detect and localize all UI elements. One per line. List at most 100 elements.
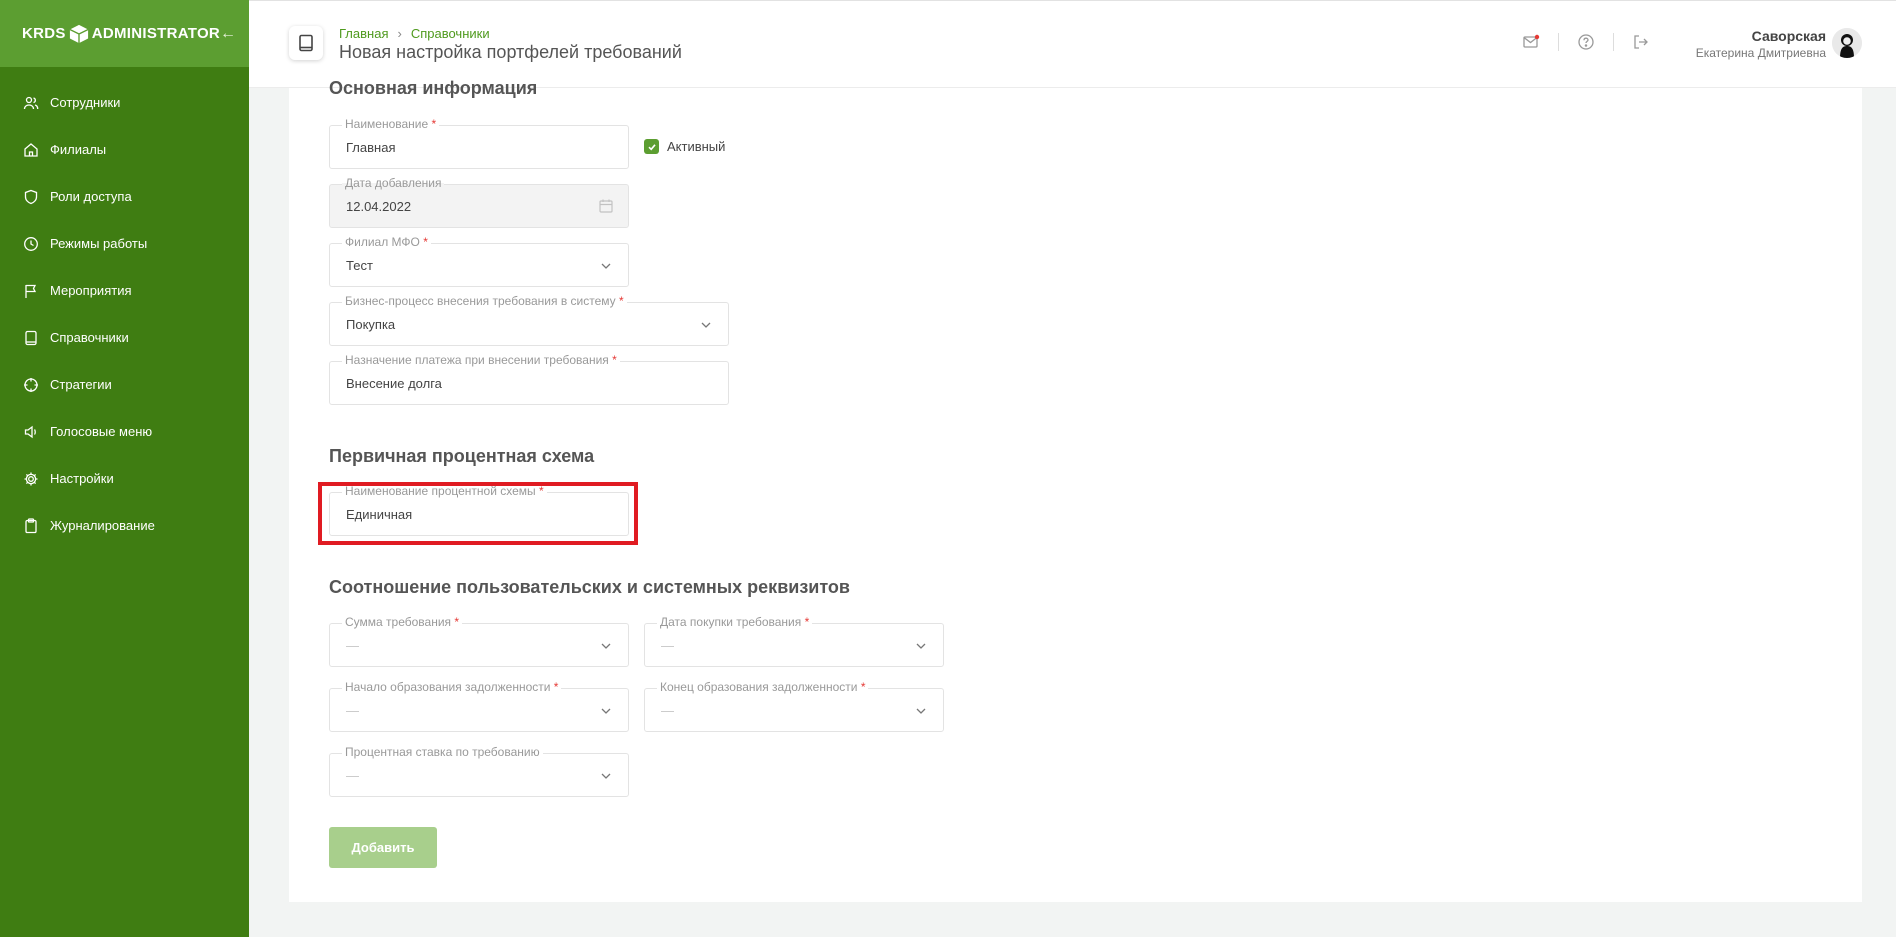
- debt-start-select[interactable]: Начало образования задолженности * —: [329, 680, 629, 732]
- field-label: Бизнес-процесс внесения требования в сис…: [342, 294, 627, 308]
- chevron-down-icon: [916, 708, 926, 714]
- field-label: Филиал МФО *: [342, 235, 431, 249]
- interest-rate-select[interactable]: Процентная ставка по требованию —: [329, 745, 629, 797]
- logout-icon[interactable]: [1632, 33, 1650, 51]
- sidebar-item-label: Настройки: [50, 471, 114, 486]
- help-icon[interactable]: [1577, 33, 1595, 51]
- clock-icon: [24, 236, 38, 251]
- sidebar-item-label: Справочники: [50, 330, 129, 345]
- debt-end-select[interactable]: Конец образования задолженности * —: [644, 680, 944, 732]
- sidebar-item-branches[interactable]: Филиалы: [0, 126, 249, 173]
- chevron-down-icon: [601, 643, 611, 649]
- header-divider: [1613, 33, 1614, 51]
- checkmark-icon: [644, 139, 659, 154]
- field-value: Главная: [346, 140, 396, 155]
- field-label: Конец образования задолженности *: [657, 680, 869, 694]
- sidebar-item-logging[interactable]: Журналирование: [0, 502, 249, 549]
- section-title-interest: Первичная процентная схема: [329, 446, 595, 466]
- gear-icon: [24, 472, 38, 485]
- sidebar-item-label: Режимы работы: [50, 236, 148, 251]
- field-label: Дата добавления: [342, 176, 445, 190]
- add-button[interactable]: Добавить: [329, 827, 437, 868]
- mail-icon[interactable]: [1522, 33, 1540, 51]
- payment-purpose-field[interactable]: Назначение платежа при внесении требован…: [329, 353, 729, 405]
- sidebar-item-label: Филиалы: [50, 142, 107, 157]
- purchase-date-select[interactable]: Дата покупки требования * —: [644, 615, 944, 667]
- field-label: Дата покупки требования *: [657, 615, 813, 629]
- checkbox-label: Активный: [667, 139, 726, 154]
- field-value: Тест: [346, 258, 373, 273]
- sidebar-item-events[interactable]: Мероприятия: [0, 267, 249, 314]
- breadcrumb-directories-link[interactable]: Справочники: [411, 26, 490, 41]
- user-first-name: Екатерина Дмитриевна: [1695, 46, 1826, 60]
- sidebar-item-work-modes[interactable]: Режимы работы: [0, 220, 249, 267]
- sidebar-item-voice-menus[interactable]: Голосовые меню: [0, 408, 249, 455]
- field-label: Наименование *: [342, 117, 440, 131]
- sidebar-header: KRDS ADMINISTRATOR ←: [0, 0, 249, 67]
- sidebar-nav: Сотрудники Филиалы Роли доступа Режимы р…: [0, 79, 249, 549]
- field-label: Сумма требования *: [342, 615, 463, 629]
- date-added-field: Дата добавления 12.04.2022: [329, 176, 629, 228]
- field-label: Процентная ставка по требованию: [342, 745, 543, 759]
- flag-icon: [25, 284, 37, 298]
- page-book-icon: [289, 26, 323, 60]
- cube-icon: [69, 24, 89, 43]
- field-value: —: [346, 638, 359, 653]
- field-value: —: [346, 703, 359, 718]
- book-icon: [25, 330, 37, 345]
- home-icon: [24, 142, 38, 157]
- chevron-down-icon: [601, 773, 611, 779]
- user-last-name: Саворская: [1751, 28, 1826, 44]
- sidebar-item-label: Сотрудники: [50, 95, 121, 110]
- sidebar-item-label: Журналирование: [50, 518, 155, 533]
- field-value: Внесение долга: [346, 376, 442, 391]
- field-value: Покупка: [346, 317, 396, 332]
- top-header: Главная › Справочники Новая настройка по…: [249, 0, 1896, 88]
- chevron-down-icon: [601, 263, 611, 269]
- breadcrumb-separator-icon: ›: [397, 26, 402, 41]
- highlight-box: [318, 482, 638, 545]
- field-value: —: [661, 638, 674, 653]
- business-process-select[interactable]: Бизнес-процесс внесения требования в сис…: [329, 294, 729, 346]
- header-actions: [1522, 33, 1650, 51]
- sidebar-item-label: Роли доступа: [50, 189, 132, 204]
- branch-select[interactable]: Филиал МФО * Тест: [329, 235, 629, 287]
- header-divider: [1558, 33, 1559, 51]
- field-label: Начало образования задолженности *: [342, 680, 562, 694]
- sidebar-item-employees[interactable]: Сотрудники: [0, 79, 249, 126]
- field-value: —: [661, 703, 674, 718]
- claim-amount-select[interactable]: Сумма требования * —: [329, 615, 629, 667]
- sidebar-item-label: Голосовые меню: [50, 424, 153, 439]
- chevron-down-icon: [601, 708, 611, 714]
- sidebar-item-label: Стратегии: [50, 377, 112, 392]
- breadcrumb-home-link[interactable]: Главная: [339, 26, 388, 41]
- shield-icon: [24, 189, 38, 204]
- section-title-mapping: Соотношение пользовательских и системных…: [329, 577, 850, 597]
- field-label: Назначение платежа при внесении требован…: [342, 353, 620, 367]
- sidebar-item-directories[interactable]: Справочники: [0, 314, 249, 361]
- sidebar: KRDS ADMINISTRATOR ← Сотрудники Филиалы …: [0, 0, 249, 937]
- user-info[interactable]: Саворская Екатерина Дмитриевна: [1696, 28, 1826, 60]
- clipboard-icon: [25, 517, 37, 533]
- chevron-down-icon: [701, 322, 711, 328]
- page-title: Новая настройка портфелей требований: [339, 42, 682, 62]
- sidebar-item-access-roles[interactable]: Роли доступа: [0, 173, 249, 220]
- users-icon: [23, 96, 39, 109]
- logo-text-right: ADMINISTRATOR: [91, 25, 221, 42]
- sidebar-item-label: Мероприятия: [50, 283, 132, 298]
- logo-text-left: KRDS: [22, 25, 66, 42]
- field-value: 12.04.2022: [346, 199, 412, 214]
- collapse-arrow-icon[interactable]: ←: [220, 25, 236, 43]
- field-value: —: [346, 768, 359, 783]
- section-title-main: Основная информация: [329, 78, 538, 98]
- crosshair-icon: [24, 377, 38, 392]
- logo[interactable]: KRDS ADMINISTRATOR: [22, 24, 220, 44]
- calendar-icon: [599, 199, 613, 213]
- speaker-icon: [24, 425, 36, 438]
- chevron-down-icon: [916, 643, 926, 649]
- name-field[interactable]: Наименование * Главная: [329, 117, 629, 169]
- active-checkbox[interactable]: Активный: [644, 139, 725, 154]
- avatar[interactable]: [1832, 28, 1862, 58]
- sidebar-item-settings[interactable]: Настройки: [0, 455, 249, 502]
- sidebar-item-strategies[interactable]: Стратегии: [0, 361, 249, 408]
